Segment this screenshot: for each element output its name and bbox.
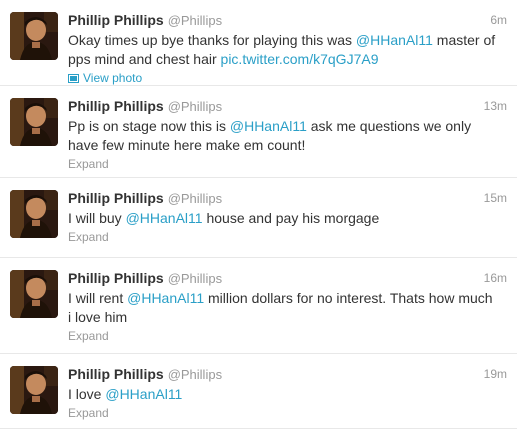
tweet-text-part: Pp is on stage now this is [68,118,230,134]
user-fullname[interactable]: Phillip Phillips [68,366,164,382]
mention-link[interactable]: @HHanAl11 [105,386,182,402]
avatar[interactable] [10,366,58,414]
user-handle[interactable]: @Phillips [168,191,222,206]
tweet-text-part: I love [68,386,106,402]
expand-button[interactable]: Expand [68,329,507,344]
tweet-text: I will rent @HHanAl11 million dollars fo… [68,289,507,327]
tweet-content: Phillip Phillips @Phillips 6m Okay times … [68,12,507,86]
tweet-item[interactable]: Phillip Phillips @Phillips 15m I will buy… [0,178,517,258]
tweet-header: Phillip Phillips @Phillips 6m [68,12,507,28]
avatar[interactable] [10,270,58,318]
tweet-text-part: I will rent [68,290,128,306]
user-fullname[interactable]: Phillip Phillips [68,190,164,206]
tweet-header: Phillip Phillips @Phillips 15m [68,190,507,206]
user-fullname[interactable]: Phillip Phillips [68,12,164,28]
tweet-content: Phillip Phillips @Phillips 19m I love @HH… [68,366,507,421]
tweet-content: Phillip Phillips @Phillips 13m Pp is on s… [68,98,507,172]
expand-button[interactable]: Expand [68,406,507,421]
tweet-timestamp[interactable]: 15m [484,190,507,206]
mention-link[interactable]: @HHanAl11 [126,210,203,226]
view-photo-label: View photo [83,71,143,85]
tweet-header: Phillip Phillips @Phillips 16m [68,270,507,286]
tweet-text: I will buy @HHanAl11 house and pay his m… [68,209,507,228]
tweet-timestamp[interactable]: 13m [484,98,507,114]
tweet-text: Pp is on stage now this is @HHanAl11 ask… [68,117,507,155]
avatar[interactable] [10,98,58,146]
tweet-header: Phillip Phillips @Phillips 13m [68,98,507,114]
user-fullname[interactable]: Phillip Phillips [68,98,164,114]
avatar[interactable] [10,190,58,238]
tweet-text-part: Okay times up bye thanks for playing thi… [68,32,356,48]
tweet-timeline: Phillip Phillips @Phillips 6m Okay times … [0,0,517,429]
tweet-timestamp[interactable]: 16m [484,270,507,286]
tweet-header: Phillip Phillips @Phillips 19m [68,366,507,382]
user-handle[interactable]: @Phillips [168,13,222,28]
avatar[interactable] [10,12,58,60]
expand-button[interactable]: Expand [68,230,507,245]
mention-link[interactable]: @HHanAl11 [127,290,204,306]
tweet-timestamp[interactable]: 19m [484,366,507,382]
photo-link[interactable]: pic.twitter.com/k7qGJ7A9 [221,51,379,67]
tweet-item[interactable]: Phillip Phillips @Phillips 16m I will ren… [0,258,517,354]
expand-button[interactable]: Expand [68,157,507,172]
user-handle[interactable]: @Phillips [168,367,222,382]
user-handle[interactable]: @Phillips [168,99,222,114]
tweet-text-part: house and pay his morgage [202,210,380,226]
tweet-item[interactable]: Phillip Phillips @Phillips 6m Okay times … [0,0,517,86]
tweet-item[interactable]: Phillip Phillips @Phillips 19m I love @HH… [0,354,517,429]
tweet-item[interactable]: Phillip Phillips @Phillips 13m Pp is on s… [0,86,517,178]
mention-link[interactable]: @HHanAl11 [230,118,307,134]
tweet-text-part: I will buy [68,210,126,226]
tweet-text: Okay times up bye thanks for playing thi… [68,31,507,69]
tweet-text: I love @HHanAl11 [68,385,507,404]
user-handle[interactable]: @Phillips [168,271,222,286]
tweet-content: Phillip Phillips @Phillips 16m I will ren… [68,270,507,344]
tweet-timestamp[interactable]: 6m [490,12,507,28]
tweet-content: Phillip Phillips @Phillips 15m I will buy… [68,190,507,245]
mention-link[interactable]: @HHanAl11 [356,32,433,48]
user-fullname[interactable]: Phillip Phillips [68,270,164,286]
photo-icon [68,74,79,83]
view-photo-button[interactable]: View photo [68,71,507,86]
